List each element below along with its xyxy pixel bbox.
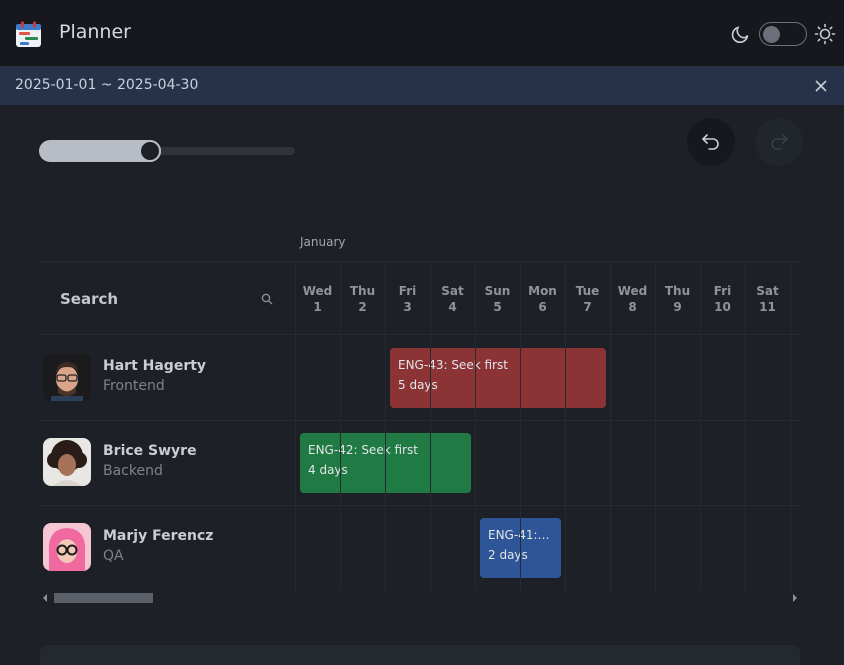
day-date: 4: [448, 300, 457, 314]
person-row-brice-swyre[interactable]: Brice Swyre Backend: [43, 438, 293, 488]
month-label: January: [300, 235, 346, 249]
person-role: QA: [103, 548, 124, 564]
day-date: 2: [358, 300, 367, 314]
day-weekday: Sat: [441, 284, 464, 298]
day-weekday: Fri: [713, 284, 732, 298]
person-row-hart-hagerty[interactable]: Hart Hagerty Frontend: [43, 353, 293, 403]
day-header: S: [790, 283, 800, 299]
day-weekday: Sun: [484, 284, 511, 298]
schedule-grid: Search Hart Hagerty Frontend Brice Swyre: [40, 261, 800, 591]
day-header: Sun 5: [475, 283, 520, 315]
grid-line: [40, 420, 800, 421]
day-date: 8: [628, 300, 637, 314]
person-name: Brice Swyre: [103, 443, 197, 459]
grid-line: [40, 261, 800, 262]
day-header: Fri 10: [700, 283, 745, 315]
day-header: Wed 1: [295, 283, 340, 315]
day-date: 10: [714, 300, 731, 314]
grid-line: [40, 334, 800, 335]
bottom-panel: [40, 645, 800, 665]
day-weekday: Thu: [664, 284, 691, 298]
day-header: Fri 3: [385, 283, 430, 315]
zoom-slider[interactable]: [39, 140, 295, 162]
task-title: ENG-43: Seek first: [398, 358, 508, 372]
day-header: Tue 7: [565, 283, 610, 315]
date-range-text: 2025-01-01 ~ 2025-04-30: [15, 77, 199, 93]
person-name: Hart Hagerty: [103, 358, 207, 374]
day-date: 3: [403, 300, 412, 314]
task-duration: 5 days: [398, 378, 438, 392]
person-role: Backend: [103, 463, 163, 479]
day-weekday: Wed: [617, 284, 648, 298]
search-label[interactable]: Search: [60, 290, 118, 308]
redo-button[interactable]: [755, 118, 803, 166]
day-header: Mon 6: [520, 283, 565, 315]
theme-toggle-knob: [763, 25, 780, 43]
day-header: Sat 11: [745, 283, 790, 315]
day-date: 6: [538, 300, 547, 314]
task-card[interactable]: ENG-43: Seek first 5 days: [390, 348, 606, 408]
search-icon[interactable]: [261, 293, 273, 305]
person-role: Frontend: [103, 378, 165, 394]
day-date: 9: [673, 300, 682, 314]
day-header: Thu 2: [340, 283, 385, 315]
scrollbar-thumb[interactable]: [54, 593, 153, 603]
day-header: Wed 8: [610, 283, 655, 315]
theme-toggle[interactable]: [759, 22, 807, 46]
zoom-slider-thumb[interactable]: [139, 140, 161, 162]
day-header: Thu 9: [655, 283, 700, 315]
date-range-bar: 2025-01-01 ~ 2025-04-30: [0, 67, 844, 105]
day-weekday: Tue: [575, 284, 600, 298]
scroll-right-icon[interactable]: [793, 594, 797, 602]
day-date: 7: [583, 300, 592, 314]
grid-line: [790, 261, 791, 591]
day-weekday: Sat: [756, 284, 779, 298]
avatar: [43, 523, 91, 571]
day-weekday: Mon: [528, 284, 557, 298]
undo-icon: [702, 134, 719, 150]
day-date: 1: [313, 300, 322, 314]
day-weekday: Fri: [398, 284, 417, 298]
moon-icon: [731, 26, 749, 44]
grid-line: [40, 505, 800, 506]
day-date: 11: [759, 300, 776, 314]
close-icon[interactable]: [813, 78, 829, 94]
sun-icon: [814, 23, 836, 45]
day-header: Sat 4: [430, 283, 475, 315]
redo-icon: [771, 134, 788, 150]
avatar: [43, 438, 91, 486]
scroll-left-icon[interactable]: [43, 594, 47, 602]
calendar-logo-icon: [16, 21, 41, 47]
day-weekday: Wed: [302, 284, 333, 298]
person-row-marjy-ferencz[interactable]: Marjy Ferencz QA: [43, 523, 293, 573]
app-title: Planner: [59, 21, 131, 43]
undo-button[interactable]: [687, 118, 735, 166]
horizontal-scrollbar[interactable]: [40, 591, 800, 605]
top-bar: Planner: [0, 0, 844, 67]
person-name: Marjy Ferencz: [103, 528, 214, 544]
day-weekday: Thu: [349, 284, 376, 298]
day-weekday: S: [790, 283, 800, 299]
day-date: 5: [493, 300, 502, 314]
avatar: [43, 353, 91, 401]
